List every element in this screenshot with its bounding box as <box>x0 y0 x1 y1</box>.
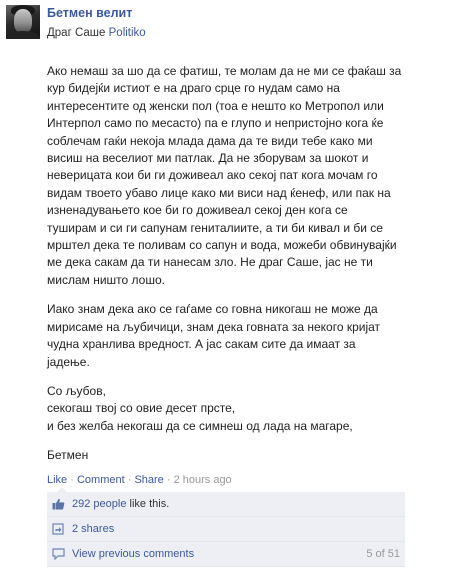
recipient-line: Драг Саше Politiko <box>47 27 146 39</box>
shares-row: 2 shares <box>47 517 405 542</box>
feedback-box: 292 people like this. 2 shares View prev… <box>47 487 405 567</box>
view-previous-comments-link[interactable]: View previous comments <box>72 548 194 560</box>
likes-text: 292 people like this. <box>72 498 169 510</box>
separator: · <box>124 474 135 486</box>
author-avatar[interactable] <box>6 5 40 39</box>
post-paragraph: Со љубов, секогаш твој со овие десет прс… <box>47 383 353 433</box>
post-paragraph: Ако немаш за шо да се фатиш, те молам да… <box>47 64 402 287</box>
recipient-prefix: Драг Саше <box>47 27 106 39</box>
post-body: Ако немаш за шо да се фатиш, те молам да… <box>47 63 447 477</box>
separator: · <box>67 474 77 486</box>
share-link[interactable]: Share <box>134 474 163 486</box>
comments-row: View previous comments 5 of 51 <box>47 542 405 567</box>
shares-link[interactable]: 2 shares <box>72 523 114 535</box>
timestamp[interactable]: 2 hours ago <box>174 474 232 486</box>
avatar-face <box>14 9 32 33</box>
share-icon <box>52 523 65 535</box>
post-actions: Like · Comment · Share · 2 hours ago <box>47 474 232 486</box>
like-link[interactable]: Like <box>47 474 67 486</box>
likes-people-link[interactable]: 292 people <box>72 498 126 510</box>
ufi-arrow <box>57 487 67 492</box>
comment-bubble-icon <box>52 548 65 561</box>
comment-count: 5 of 51 <box>366 548 400 560</box>
separator: · <box>163 474 174 486</box>
likes-row: 292 people like this. <box>47 487 405 517</box>
likes-suffix: like this. <box>126 498 170 510</box>
recipient-link[interactable]: Politiko <box>109 27 146 39</box>
post-signature: Бетмен <box>47 448 89 463</box>
comment-link[interactable]: Comment <box>77 474 125 486</box>
thumbs-up-icon <box>52 498 65 510</box>
author-name[interactable]: Бетмен велит <box>47 6 132 20</box>
avatar-shoulders <box>6 31 40 39</box>
post-paragraph: Иако знам дека ако се гаѓаме со говна ни… <box>47 302 381 369</box>
